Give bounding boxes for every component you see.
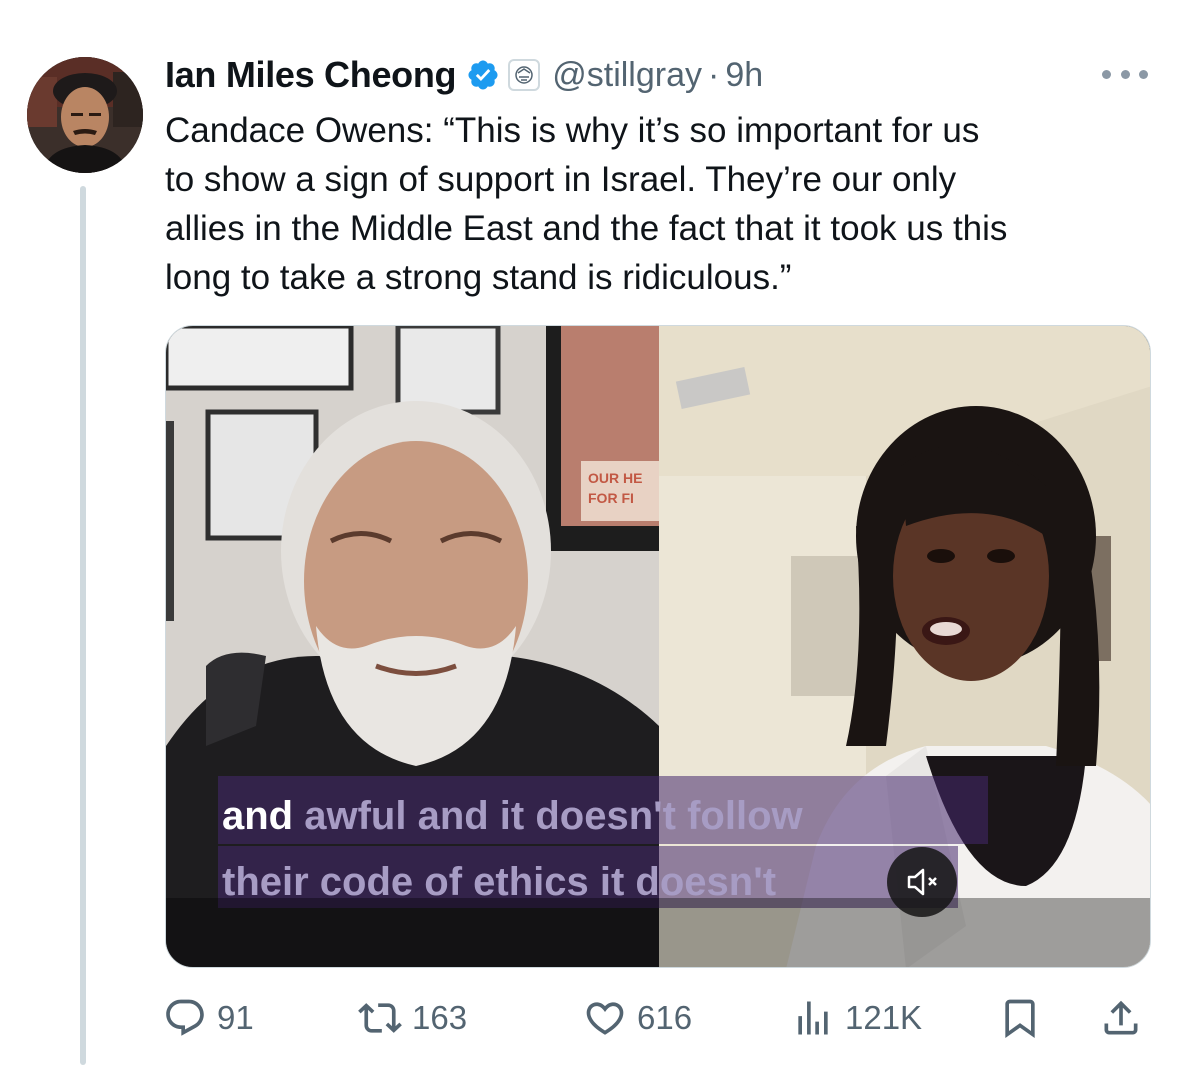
tweet-text: Candace Owens: “This is why it’s so impo… xyxy=(165,111,1008,297)
like-icon xyxy=(586,1002,624,1035)
thread-line xyxy=(80,186,86,1065)
repost-icon xyxy=(358,1003,402,1033)
author-avatar[interactable] xyxy=(27,57,143,173)
like-button[interactable]: 616 xyxy=(583,990,692,1046)
poster-text-2: FOR FI xyxy=(588,490,634,506)
affiliate-badge-icon[interactable] xyxy=(508,59,541,91)
verified-badge-icon[interactable] xyxy=(466,58,500,92)
views-button[interactable]: 121K xyxy=(791,990,922,1046)
reply-icon xyxy=(166,999,204,1036)
repost-count: 163 xyxy=(412,999,468,1036)
action-bar: 91 163 616 121K xyxy=(163,990,1153,1046)
post-time[interactable]: 9h xyxy=(725,56,763,95)
volume-muted-icon[interactable] xyxy=(887,847,957,917)
share-icon xyxy=(1104,1000,1138,1035)
like-count: 616 xyxy=(637,999,693,1036)
caption-highlight: and xyxy=(222,794,294,838)
views-icon xyxy=(798,1001,828,1035)
poster-text-1: OUR HE xyxy=(588,470,642,486)
author-name[interactable]: Ian Miles Cheong xyxy=(165,54,457,96)
reply-button[interactable]: 91 xyxy=(163,990,254,1046)
caption-rest: awful and it doesn't follow their code o… xyxy=(222,794,803,904)
author-handle[interactable]: @stillgray xyxy=(552,56,702,95)
separator-dot: · xyxy=(708,55,720,94)
share-button[interactable] xyxy=(1099,990,1143,1046)
more-horizontal-icon[interactable] xyxy=(1102,64,1148,84)
video-player[interactable]: OUR HE FOR FI and awful and it doesn't f… xyxy=(165,325,1151,968)
bookmark-icon xyxy=(1005,999,1035,1039)
reply-count: 91 xyxy=(217,999,254,1036)
bookmark-button[interactable] xyxy=(998,990,1042,1046)
tweet-header: Ian Miles Cheong @stillgray · 9h xyxy=(165,52,763,98)
repost-button[interactable]: 163 xyxy=(358,990,467,1046)
views-count: 121K xyxy=(845,999,923,1036)
